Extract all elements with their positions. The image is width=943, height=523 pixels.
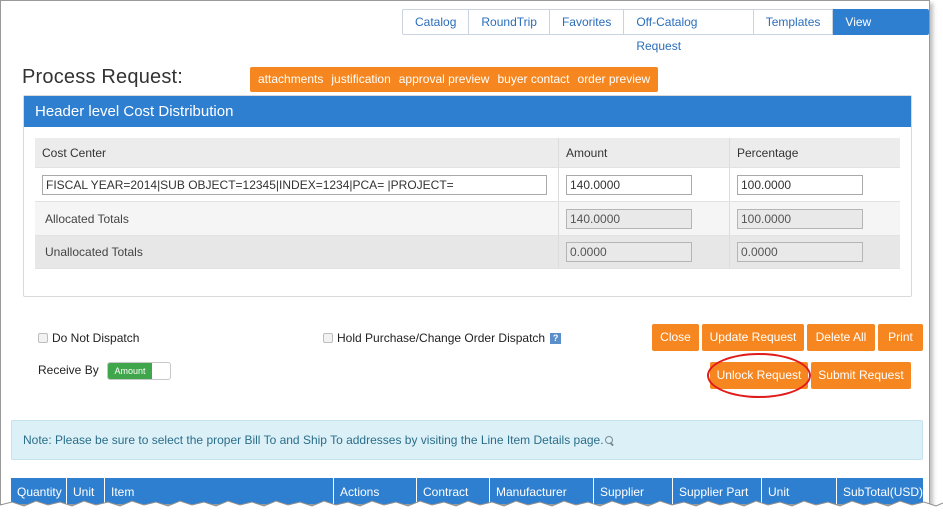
link-buyer-contact[interactable]: buyer contact: [493, 67, 573, 92]
tab-favorites[interactable]: Favorites: [549, 9, 625, 35]
app-window: Catalog RoundTrip Favorites Off-Catalog …: [0, 0, 930, 505]
bill-ship-note: Note: Please be sure to select the prope…: [11, 420, 923, 460]
submit-request-button[interactable]: Submit Request: [811, 362, 911, 389]
hold-dispatch-option: Hold Purchase/Change Order Dispatch ?: [323, 331, 562, 345]
highlight-annotation-circle: [707, 353, 811, 398]
column-header-percentage: Percentage: [737, 145, 799, 160]
link-attachments[interactable]: attachments: [254, 67, 327, 92]
note-text: Note: Please be sure to select the prope…: [23, 433, 604, 447]
percentage-input[interactable]: [737, 174, 863, 195]
column-header-amount: Amount: [559, 138, 730, 167]
panel-header: Header level Cost Distribution: [24, 96, 911, 127]
allocated-percentage-field: [737, 208, 863, 229]
update-request-button[interactable]: Update Request: [702, 324, 804, 351]
link-justification[interactable]: justification: [327, 67, 394, 92]
unallocated-totals-label: Unallocated Totals: [35, 236, 559, 268]
magnifier-icon[interactable]: [604, 436, 614, 445]
help-icon[interactable]: ?: [550, 332, 562, 344]
cost-center-input[interactable]: [42, 174, 547, 195]
allocated-totals-row: Allocated Totals: [35, 202, 900, 236]
tab-catalog[interactable]: Catalog: [402, 9, 470, 35]
receive-by-label: Receive By: [38, 363, 99, 377]
link-order-preview[interactable]: order preview: [574, 67, 655, 92]
table-row: [35, 168, 900, 202]
page-title: Process Request:: [22, 66, 184, 88]
column-header-cost-center: Cost Center: [35, 138, 559, 167]
unallocated-totals-row: Unallocated Totals: [35, 236, 900, 269]
tab-view-request[interactable]: View Request: [833, 9, 929, 53]
torn-edge-decoration: [0, 500, 943, 523]
link-approval-preview[interactable]: approval preview: [395, 67, 494, 92]
delete-all-button[interactable]: Delete All: [807, 324, 875, 351]
do-not-dispatch-checkbox[interactable]: [38, 333, 48, 343]
close-button[interactable]: Close: [652, 324, 699, 351]
do-not-dispatch-label: Do Not Dispatch: [52, 331, 140, 345]
cost-distribution-table: Cost Center Amount Percentage Allocated …: [35, 138, 900, 269]
quick-links-bar: attachments justification approval previ…: [250, 67, 659, 92]
do-not-dispatch-option: Do Not Dispatch: [38, 331, 139, 345]
unallocated-percentage-field: [737, 242, 863, 262]
tab-off-catalog-request[interactable]: Off-Catalog Request: [624, 9, 754, 53]
table-header-row: Cost Center Amount Percentage: [35, 138, 900, 168]
cost-distribution-panel: Header level Cost Distribution Cost Cent…: [23, 95, 912, 297]
unallocated-amount-field: [566, 242, 692, 262]
allocated-amount-field: [566, 208, 692, 229]
tab-roundtrip[interactable]: RoundTrip: [469, 9, 550, 35]
amount-input[interactable]: [566, 174, 692, 195]
receive-by-toggle-value: Amount: [108, 363, 152, 379]
allocated-totals-label: Allocated Totals: [35, 202, 559, 235]
receive-by-toggle[interactable]: Amount: [107, 362, 171, 380]
nav-tabs: Catalog RoundTrip Favorites Off-Catalog …: [402, 9, 929, 53]
print-button[interactable]: Print: [878, 324, 923, 351]
tab-templates[interactable]: Templates: [753, 9, 834, 35]
hold-dispatch-checkbox[interactable]: [323, 333, 333, 343]
hold-dispatch-label: Hold Purchase/Change Order Dispatch: [337, 331, 546, 345]
